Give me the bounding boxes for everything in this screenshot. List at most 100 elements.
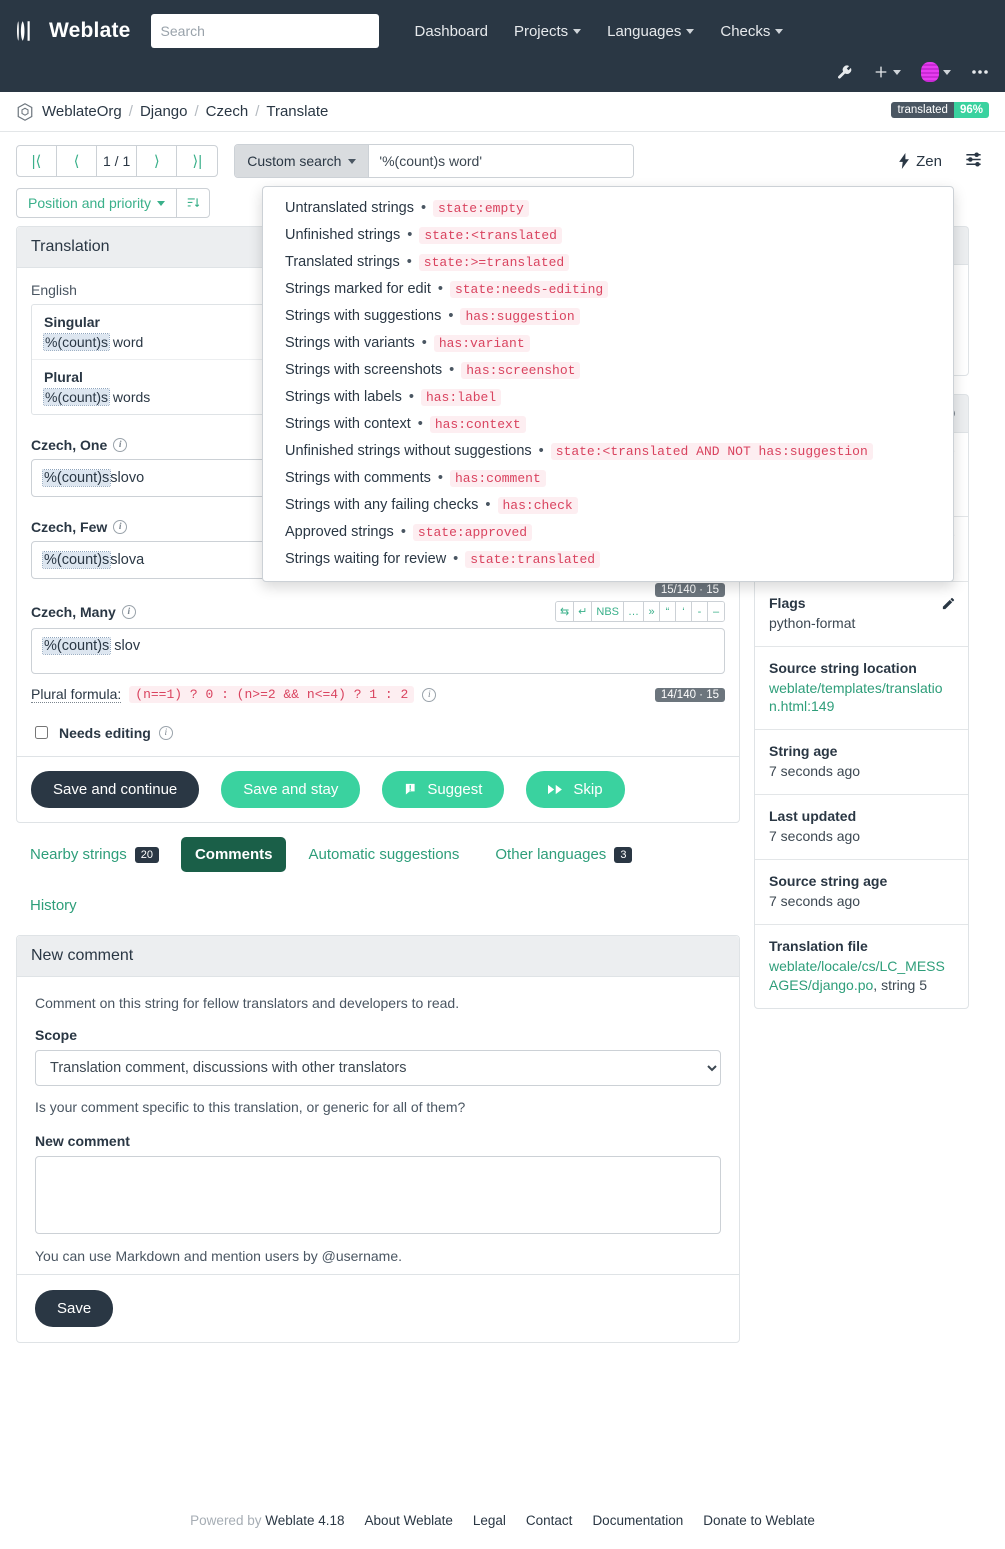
- chevron-down-icon: [943, 69, 951, 75]
- chevron-down-icon: [348, 158, 357, 164]
- zen-mode-link[interactable]: Zen: [899, 153, 942, 170]
- save-comment-button[interactable]: Save: [35, 1290, 114, 1327]
- nav-link-dashboard[interactable]: Dashboard: [415, 23, 488, 40]
- nav-link-languages[interactable]: Languages: [607, 23, 695, 40]
- translation-file-suffix: , string 5: [873, 976, 927, 993]
- toolbar-copy-source-icon[interactable]: ⇆: [555, 602, 575, 621]
- new-comment-label: New comment: [35, 1133, 130, 1149]
- sliders-icon[interactable]: [964, 150, 983, 172]
- chevron-down-icon: [573, 28, 582, 34]
- info-circle-icon[interactable]: i: [121, 604, 136, 619]
- custom-search-dropdown-button[interactable]: Custom search: [235, 145, 370, 177]
- search-option-translated[interactable]: Translated strings • state:>=translated: [263, 249, 953, 276]
- user-menu[interactable]: [921, 62, 951, 82]
- tab-comments[interactable]: Comments: [180, 837, 287, 872]
- char-counter-many: 15/140 · 15: [654, 583, 725, 597]
- nav-link-checks[interactable]: Checks: [720, 23, 784, 40]
- toolbar-hyphen-button[interactable]: -: [692, 602, 708, 621]
- search-option-failing-checks[interactable]: Strings with any failing checks • has:chec…: [263, 492, 953, 519]
- toolbar-doublequote-button[interactable]: “: [660, 602, 676, 621]
- option-label: Strings with context: [285, 416, 411, 432]
- new-comment-textarea[interactable]: [35, 1156, 721, 1234]
- search-query-input[interactable]: [369, 145, 634, 177]
- position-priority-dropdown[interactable]: Position and priority: [17, 189, 177, 217]
- info-circle-icon[interactable]: i: [158, 725, 173, 740]
- breadcrumb-item-translate[interactable]: Translate: [266, 103, 328, 120]
- option-label: Translated strings: [285, 254, 400, 270]
- toolbar-newline-icon[interactable]: ↵: [574, 602, 593, 621]
- option-bullet: •: [406, 254, 412, 270]
- breadcrumb-bar: WeblateOrg / Django / Czech / Translate …: [0, 92, 1005, 132]
- filter-group: Position and priority: [16, 188, 210, 218]
- needs-editing-checkbox[interactable]: [35, 726, 48, 739]
- source-location-link[interactable]: weblate/templates/translation.html:149: [769, 680, 943, 715]
- add-button[interactable]: [873, 64, 901, 80]
- detail-tabs: Nearby strings 20 Comments Automatic sug…: [16, 823, 740, 923]
- target-input-many[interactable]: %(count)s slov: [31, 628, 725, 674]
- footer-link-contact[interactable]: Contact: [526, 1513, 573, 1528]
- placeholder-token: %(count)s: [42, 388, 111, 406]
- search-option-unfinished-no-suggestions[interactable]: Unfinished strings without suggestions • s…: [263, 438, 953, 465]
- brand-logo-link[interactable]: Weblate: [14, 18, 131, 44]
- option-query: has:comment: [449, 470, 546, 487]
- toolbar-singlequote-button[interactable]: ‘: [676, 602, 692, 621]
- last-page-button[interactable]: ⟩|: [177, 146, 217, 176]
- tab-label: History: [30, 897, 77, 914]
- search-option-comments[interactable]: Strings with comments • has:comment: [263, 465, 953, 492]
- info-circle-icon[interactable]: i: [113, 520, 128, 534]
- toolbar-right-actions: Zen: [899, 150, 989, 172]
- info-circle-icon[interactable]: i: [113, 438, 128, 452]
- toolbar-ellipsis-button[interactable]: …: [624, 602, 644, 621]
- first-page-button[interactable]: |⟨: [17, 146, 57, 176]
- edit-flags-icon[interactable]: [941, 596, 956, 614]
- search-option-waiting-review[interactable]: Strings waiting for review • state:transla…: [263, 546, 953, 573]
- prev-page-button[interactable]: ⟨: [57, 146, 97, 176]
- footer-link-legal[interactable]: Legal: [473, 1513, 506, 1528]
- ellipsis-icon[interactable]: [971, 69, 989, 75]
- wrench-icon[interactable]: [836, 64, 853, 81]
- skip-button[interactable]: Skip: [526, 771, 625, 808]
- breadcrumb-item-project[interactable]: Django: [140, 103, 188, 120]
- tab-automatic-suggestions[interactable]: Automatic suggestions: [294, 837, 473, 872]
- option-query: has:check: [497, 497, 578, 514]
- page-footer: Powered by Weblate 4.18 About Weblate Le…: [0, 1491, 1005, 1549]
- search-option-suggestions[interactable]: Strings with suggestions • has:suggestion: [263, 303, 953, 330]
- tab-history[interactable]: History: [16, 888, 91, 923]
- search-option-context[interactable]: Strings with context • has:context: [263, 411, 953, 438]
- sort-icon[interactable]: [177, 189, 209, 217]
- breadcrumb-item-org[interactable]: WeblateOrg: [42, 103, 122, 120]
- save-and-stay-button[interactable]: Save and stay: [221, 771, 361, 808]
- brand-name: Weblate: [49, 19, 131, 42]
- nav-link-projects[interactable]: Projects: [514, 23, 582, 40]
- footer-link-about[interactable]: About Weblate: [365, 1513, 453, 1528]
- char-counter-plural: 14/140 · 15: [654, 687, 725, 702]
- suggest-button[interactable]: Suggest: [382, 771, 505, 808]
- scope-select[interactable]: Translation comment, discussions with ot…: [35, 1050, 721, 1086]
- search-option-approved[interactable]: Approved strings • state:approved: [263, 519, 953, 546]
- breadcrumb-item-language[interactable]: Czech: [206, 103, 249, 120]
- tab-nearby-strings[interactable]: Nearby strings 20: [16, 837, 173, 872]
- toolbar-guillemet-button[interactable]: »: [644, 602, 660, 621]
- plural-formula-label: Plural formula:: [31, 686, 122, 703]
- placeholder-token: %(count)s: [41, 551, 112, 569]
- nav-link-label: Dashboard: [414, 22, 488, 40]
- search-option-untranslated[interactable]: Untranslated strings • state:empty: [263, 195, 953, 222]
- search-option-screenshots[interactable]: Strings with screenshots • has:screenshot: [263, 357, 953, 384]
- footer-link-documentation[interactable]: Documentation: [592, 1513, 683, 1528]
- sidebar-section-last-updated: Last updated 7 seconds ago: [755, 795, 968, 861]
- save-and-continue-button[interactable]: Save and continue: [31, 771, 200, 808]
- option-bullet: •: [437, 470, 443, 486]
- search-option-variants[interactable]: Strings with variants • has:variant: [263, 330, 953, 357]
- toolbar-endash-button[interactable]: –: [708, 602, 724, 621]
- info-circle-icon[interactable]: i: [422, 687, 437, 702]
- weblate-version-link[interactable]: Weblate 4.18: [265, 1513, 344, 1528]
- search-option-unfinished[interactable]: Unfinished strings • state:<translated: [263, 222, 953, 249]
- search-option-needs-editing[interactable]: Strings marked for edit • state:needs-edit…: [263, 276, 953, 303]
- footer-link-donate[interactable]: Donate to Weblate: [703, 1513, 815, 1528]
- global-search-input[interactable]: [150, 14, 379, 48]
- toolbar-nbs-button[interactable]: NBS: [592, 602, 624, 621]
- search-option-labels[interactable]: Strings with labels • has:label: [263, 384, 953, 411]
- target-label-text: Czech, Many: [31, 603, 116, 620]
- next-page-button[interactable]: ⟩: [137, 146, 178, 176]
- tab-other-languages[interactable]: Other languages 3: [481, 837, 646, 872]
